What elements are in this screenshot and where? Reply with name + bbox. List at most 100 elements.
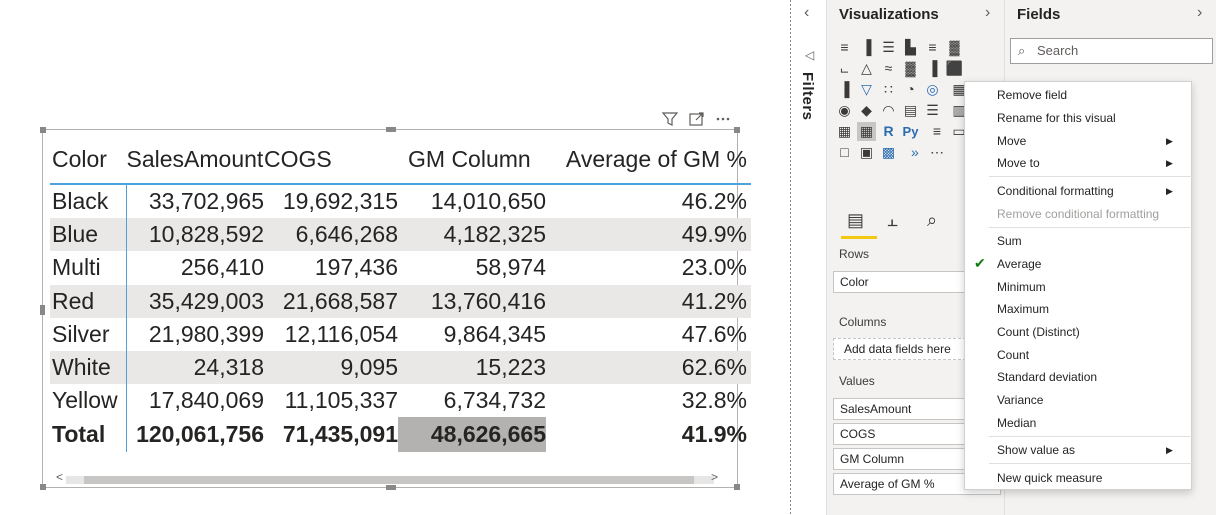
menu-item-variance[interactable]: Variance	[997, 393, 1043, 407]
line-column-icon[interactable]: ▓	[901, 59, 920, 78]
table-cell[interactable]: 33,702,965	[127, 184, 264, 218]
row-header[interactable]: White	[50, 350, 127, 385]
menu-item-new-quick-measure[interactable]: New quick measure	[997, 471, 1102, 485]
column-header[interactable]: Average of GM %	[546, 136, 751, 184]
scrollbar-thumb[interactable]	[84, 476, 694, 484]
funnel-icon[interactable]: ▽	[857, 80, 876, 99]
more-visuals-icon[interactable]: ⋯	[927, 143, 946, 162]
table-cell[interactable]: 21,668,587	[264, 284, 398, 318]
paginated-report-icon[interactable]: ▣	[857, 143, 876, 162]
table-cell[interactable]: 19,692,315	[264, 184, 398, 218]
table-cell[interactable]: 6,734,732	[398, 384, 546, 417]
table-cell[interactable]: 4,182,325	[398, 218, 546, 252]
table-cell[interactable]: 14,010,650	[398, 184, 546, 218]
map-icon[interactable]: ◉	[835, 101, 854, 120]
analytics-tab-icon[interactable]: ⌕	[927, 210, 937, 231]
line-chart-icon[interactable]: ⨽	[835, 59, 854, 78]
table-cell[interactable]: 58,974	[398, 251, 546, 284]
filter-icon[interactable]	[661, 112, 679, 126]
total-label[interactable]: Total	[50, 417, 127, 453]
table-cell[interactable]: 15,223	[398, 350, 546, 385]
menu-item-move[interactable]: Move	[997, 134, 1026, 148]
menu-item-minimum[interactable]: Minimum	[997, 280, 1046, 294]
table-cell[interactable]: 13,760,416	[398, 284, 546, 318]
resize-handle[interactable]	[386, 127, 396, 132]
r-visual-icon[interactable]: R	[879, 122, 898, 141]
table-cell[interactable]: 46.2%	[546, 184, 751, 218]
key-influencers-icon[interactable]: ≡	[927, 122, 946, 141]
table-cell[interactable]: 9,864,345	[398, 318, 546, 351]
fields-tab-icon[interactable]: ▤	[847, 210, 864, 231]
row-header[interactable]: Red	[50, 284, 127, 318]
row-header[interactable]: Multi	[50, 251, 127, 285]
row-header[interactable]: Silver	[50, 317, 127, 351]
menu-item-rename[interactable]: Rename for this visual	[997, 111, 1116, 125]
table-cell[interactable]: 9,095	[264, 350, 398, 385]
collapse-chevron-icon[interactable]: ›	[985, 4, 990, 22]
resize-handle[interactable]	[734, 484, 740, 490]
table-cell[interactable]: 35,429,003	[126, 284, 264, 318]
filled-map-icon[interactable]: ◆	[857, 101, 876, 120]
table-cell[interactable]: 6,646,268	[264, 218, 398, 252]
total-cell-selected[interactable]: 48,626,665	[398, 417, 546, 453]
clustered-column-icon[interactable]: ≡	[923, 38, 942, 57]
menu-item-conditional-formatting[interactable]: Conditional formatting	[997, 184, 1114, 198]
table-cell[interactable]: 41.2%	[546, 284, 751, 318]
collapse-chevron-icon[interactable]: ›	[1197, 4, 1202, 22]
table-cell[interactable]: 197,436	[264, 251, 398, 284]
python-visual-icon[interactable]: Py	[901, 122, 920, 141]
menu-item-count[interactable]: Count	[997, 348, 1029, 362]
filters-pane-collapsed[interactable]: ‹ ◁ Filters	[794, 0, 827, 515]
donut-icon[interactable]: ◎	[923, 80, 942, 99]
expand-chevron-icon[interactable]: ‹	[804, 4, 809, 22]
table-cell[interactable]: 10,828,592	[126, 218, 264, 252]
area-chart-icon[interactable]: △	[857, 59, 876, 78]
menu-item-average[interactable]: Average	[997, 257, 1041, 271]
scroll-right-icon[interactable]: >	[711, 470, 718, 484]
table-cell[interactable]: 24,318	[126, 350, 264, 385]
table-cell[interactable]: 47.6%	[546, 318, 751, 351]
column-header[interactable]: Color	[50, 136, 127, 184]
table-cell[interactable]: 32.8%	[546, 384, 751, 417]
qa-icon[interactable]: □	[835, 143, 854, 162]
stacked-column-100-icon[interactable]: ▓	[945, 38, 964, 57]
power-automate-icon[interactable]: »	[905, 143, 924, 162]
total-cell[interactable]: 41.9%	[546, 417, 751, 452]
ribbon-chart-icon[interactable]: ⬛	[945, 59, 964, 78]
menu-item-median[interactable]: Median	[997, 416, 1036, 430]
table-icon[interactable]: ▦	[835, 122, 854, 141]
stacked-column-icon[interactable]: ▙	[901, 38, 920, 57]
menu-item-sum[interactable]: Sum	[997, 234, 1022, 248]
fields-search-input[interactable]: ⌕ Search	[1010, 38, 1213, 64]
row-header[interactable]: Blue	[50, 218, 127, 252]
matrix-icon[interactable]: ▦	[857, 122, 876, 141]
card-icon[interactable]: ▤	[901, 101, 920, 120]
resize-handle[interactable]	[40, 484, 46, 490]
more-options-icon[interactable]	[716, 117, 730, 121]
resize-handle[interactable]	[40, 305, 45, 315]
total-cell[interactable]: 71,435,091	[264, 417, 398, 452]
scatter-icon[interactable]: ∷	[879, 80, 898, 99]
stacked-area-icon[interactable]: ≈	[879, 59, 898, 78]
gauge-icon[interactable]: ◠	[879, 101, 898, 120]
waterfall-icon[interactable]: ▐	[835, 80, 854, 99]
column-header[interactable]: COGS	[264, 136, 398, 184]
smart-narrative-icon[interactable]: ▩	[879, 143, 898, 162]
pie-icon[interactable]: ◔	[901, 80, 920, 99]
collapse-triangle-icon[interactable]: ◁	[805, 48, 814, 62]
clustered-bar-icon[interactable]: ▐	[857, 38, 876, 57]
total-cell[interactable]: 120,061,756	[127, 417, 264, 452]
scroll-left-icon[interactable]: <	[56, 470, 63, 484]
row-header[interactable]: Black	[50, 184, 127, 219]
resize-handle[interactable]	[40, 127, 46, 133]
line-clustered-column-icon[interactable]: ▐	[923, 59, 942, 78]
horizontal-scrollbar[interactable]: < >	[50, 470, 730, 486]
focus-mode-icon[interactable]	[689, 112, 704, 126]
table-cell[interactable]: 17,840,069	[127, 384, 264, 417]
menu-item-standard-deviation[interactable]: Standard deviation	[997, 370, 1097, 384]
menu-item-maximum[interactable]: Maximum	[997, 302, 1049, 316]
menu-item-move-to[interactable]: Move to	[997, 156, 1040, 170]
menu-item-count-distinct[interactable]: Count (Distinct)	[997, 325, 1080, 339]
format-tab-icon[interactable]: ⫠	[887, 210, 898, 231]
menu-item-show-value-as[interactable]: Show value as	[997, 443, 1075, 457]
